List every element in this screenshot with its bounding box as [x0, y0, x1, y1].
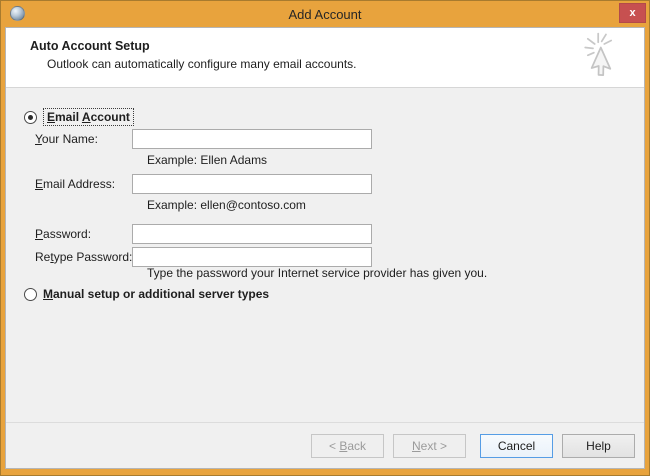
add-account-dialog: Add Account x Auto Account Setup Outlook…	[0, 0, 650, 476]
page-title: Auto Account Setup	[30, 39, 150, 53]
help-button[interactable]: Help	[562, 434, 635, 458]
your-name-example: Example: Ellen Adams	[147, 153, 267, 167]
password-input[interactable]	[132, 224, 372, 244]
your-name-input[interactable]	[132, 129, 372, 149]
radio-manual-setup-label: Manual setup or additional server types	[43, 287, 269, 301]
email-address-input[interactable]	[132, 174, 372, 194]
radio-email-account-label: Email Account	[43, 108, 134, 126]
radio-email-account[interactable]: Email Account	[24, 108, 134, 126]
window-title: Add Account	[1, 7, 649, 22]
retype-password-input[interactable]	[132, 247, 372, 267]
radio-manual-setup[interactable]: Manual setup or additional server types	[24, 287, 269, 301]
app-icon	[10, 6, 25, 21]
page-subtitle: Outlook can automatically configure many…	[47, 57, 357, 71]
email-address-label: Email Address:	[35, 177, 115, 191]
next-button: Next >	[393, 434, 466, 458]
email-address-example: Example: ellen@contoso.com	[147, 198, 306, 212]
retype-password-label: Retype Password:	[35, 250, 132, 264]
auto-setup-cursor-icon	[580, 29, 632, 85]
button-bar: < Back Next > Cancel Help	[6, 422, 644, 468]
radio-selected-icon[interactable]	[24, 111, 37, 124]
close-icon: x	[629, 8, 635, 19]
radio-unselected-icon[interactable]	[24, 288, 37, 301]
password-hint: Type the password your Internet service …	[147, 266, 487, 280]
form-area: Email Account Your Name: Example: Ellen …	[6, 88, 644, 422]
password-label: Password:	[35, 227, 91, 241]
cancel-button[interactable]: Cancel	[480, 434, 553, 458]
close-button[interactable]: x	[619, 3, 646, 23]
titlebar: Add Account x	[1, 1, 649, 27]
back-button: < Back	[311, 434, 384, 458]
your-name-label: Your Name:	[35, 132, 98, 146]
dialog-body: Auto Account Setup Outlook can automatic…	[5, 27, 645, 469]
dialog-header: Auto Account Setup Outlook can automatic…	[6, 28, 644, 88]
